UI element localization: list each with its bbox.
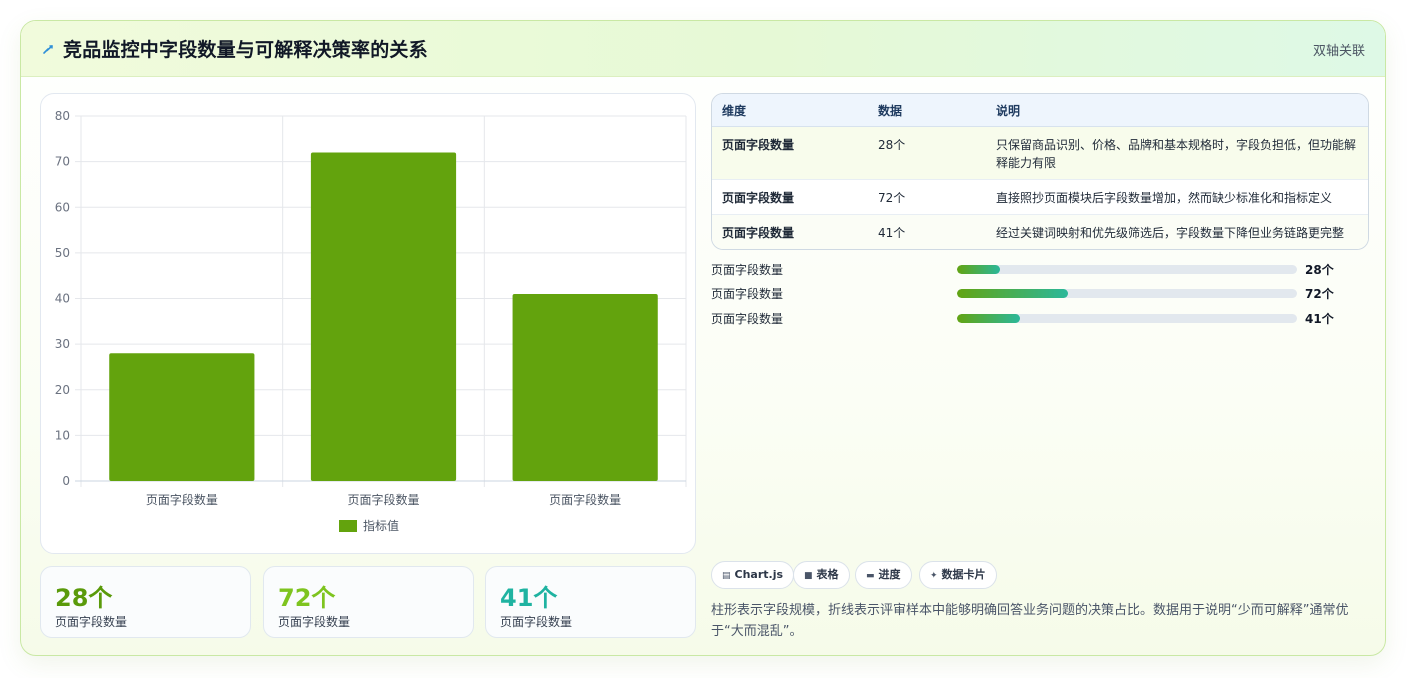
bar xyxy=(310,152,457,481)
progress-value: 72个 xyxy=(1305,287,1334,301)
tag-label: 表格 xyxy=(816,568,839,581)
column-header: 数据 xyxy=(868,94,986,127)
progress-fill xyxy=(957,289,1068,298)
table-cell: 28个 xyxy=(878,138,906,152)
data-table-panel: 维度 数据 说明 页面字段数量 28个 只保留商品识别、价格、品牌和基本规格时，… xyxy=(711,93,1369,250)
tag-label: 进度 xyxy=(878,568,901,581)
kpi-label: 页面字段数量 xyxy=(500,615,573,629)
progress-fill xyxy=(957,314,1020,323)
tag-progress[interactable]: ▬ 进度 xyxy=(855,561,912,589)
bar xyxy=(109,353,255,481)
table-row: 页面字段数量 41个 经过关键词映射和优先级筛选后，字段数量下降但业务链路更完整 xyxy=(712,214,1368,249)
x-tick-label: 页面字段数量 xyxy=(146,492,218,507)
card-header: 竞品监控中字段数量与可解释决策率的关系 双轴关联 xyxy=(21,21,1385,77)
dual-axis-link[interactable]: 双轴关联 xyxy=(1313,40,1365,59)
table-cell: 页面字段数量 xyxy=(722,138,795,152)
bar xyxy=(512,293,658,481)
page-title: 竞品监控中字段数量与可解释决策率的关系 xyxy=(63,39,428,61)
y-tick-label: 70 xyxy=(55,155,70,169)
x-tick-label: 页面字段数量 xyxy=(549,492,621,507)
kpi-value: 41个 xyxy=(500,584,558,612)
table-cell: 41个 xyxy=(878,226,906,240)
kpi-label: 页面字段数量 xyxy=(55,615,128,629)
lightning-icon xyxy=(43,45,53,54)
table-cell: 经过关键词映射和优先级筛选后，字段数量下降但业务链路更完整 xyxy=(996,226,1345,240)
bar-chart-panel: 0 10 20 30 40 50 60 70 80 页面字段数量 页面字段数量 页面字段数量 指标值 xyxy=(40,93,696,554)
y-tick-label: 40 xyxy=(55,292,70,306)
main-card: 竞品监控中字段数量与可解释决策率的关系 双轴关联 0 10 20 30 40 50 60 70… xyxy=(20,20,1386,656)
table-cell: 只保留商品识别、价格、品牌和基本规格时，字段负担低，但功能解释能力有限 xyxy=(996,138,1357,170)
table-cell: 页面字段数量 xyxy=(722,226,795,240)
kpi-value: 28个 xyxy=(55,584,113,612)
kpi-value: 72个 xyxy=(278,584,336,612)
progress-fill xyxy=(957,265,1000,274)
column-header: 维度 xyxy=(712,94,868,127)
table-cell: 直接照抄页面模块后字段数量增加，然而缺少标准化和指标定义 xyxy=(996,191,1333,205)
legend-label: 指标值 xyxy=(363,518,399,533)
legend-swatch xyxy=(339,520,357,532)
y-tick-label: 0 xyxy=(62,474,70,488)
kpi-card: 41个 页面字段数量 xyxy=(485,566,696,638)
progress-label: 页面字段数量 xyxy=(711,287,784,301)
y-tick-label: 50 xyxy=(55,246,70,260)
chart-description: 柱形表示字段规模，折线表示评审样本中能够明确回答业务问题的决策占比。数据用于说明… xyxy=(711,603,1349,639)
tag-data-card[interactable]: ✦ 数据卡片 xyxy=(919,561,997,589)
kpi-card: 72个 页面字段数量 xyxy=(263,566,474,638)
tag-table[interactable]: ■ 表格 xyxy=(793,561,850,589)
progress-row: 页面字段数量 28个 xyxy=(711,261,1371,277)
sparkle-icon: ✦ xyxy=(930,571,938,581)
progress-row: 页面字段数量 72个 xyxy=(711,285,1371,301)
progress-value: 28个 xyxy=(1305,263,1334,277)
progress-value: 41个 xyxy=(1305,312,1334,326)
data-table: 维度 数据 说明 页面字段数量 28个 只保留商品识别、价格、品牌和基本规格时，… xyxy=(712,94,1368,249)
progress-label: 页面字段数量 xyxy=(711,312,784,326)
kpi-card: 28个 页面字段数量 xyxy=(40,566,251,638)
progress-row: 页面字段数量 41个 xyxy=(711,310,1371,326)
y-tick-label: 80 xyxy=(55,109,70,123)
table-row: 页面字段数量 72个 直接照抄页面模块后字段数量增加，然而缺少标准化和指标定义 xyxy=(712,179,1368,215)
bar-chart: 01020304050607080页面字段数量 页面字段数量 页面字段数量指标值 xyxy=(55,109,687,533)
table-cell: 页面字段数量 xyxy=(722,191,795,205)
y-tick-label: 10 xyxy=(55,428,70,442)
progress-track xyxy=(957,314,1297,323)
tag-chartjs[interactable]: ▤ Chart.js xyxy=(711,561,795,589)
table-icon: ■ xyxy=(804,571,813,581)
progress-label: 页面字段数量 xyxy=(711,263,784,277)
progress-track xyxy=(957,265,1297,274)
x-tick-label: 页面字段数量 xyxy=(347,492,419,507)
y-tick-label: 20 xyxy=(55,383,70,397)
kpi-label: 页面字段数量 xyxy=(278,615,351,629)
table-row: 页面字段数量 28个 只保留商品识别、价格、品牌和基本规格时，字段负担低，但功能… xyxy=(712,126,1368,180)
tag-label: Chart.js xyxy=(734,568,784,581)
column-header: 说明 xyxy=(986,94,1368,127)
chart-icon: ▤ xyxy=(722,571,731,581)
table-header-row: 维度 数据 说明 xyxy=(712,94,1368,127)
progress-track xyxy=(957,289,1297,298)
y-tick-label: 30 xyxy=(55,337,70,351)
progress-icon: ▬ xyxy=(866,571,875,581)
table-cell: 72个 xyxy=(878,191,906,205)
y-tick-label: 60 xyxy=(55,200,70,214)
tag-label: 数据卡片 xyxy=(941,568,986,581)
